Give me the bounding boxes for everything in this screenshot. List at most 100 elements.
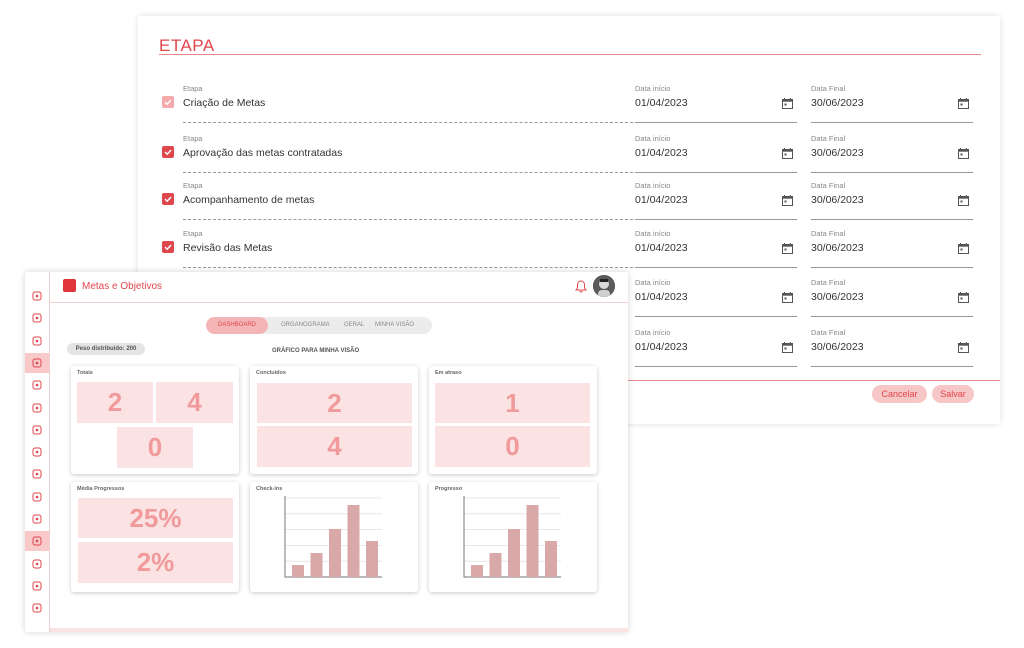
tab-organograma[interactable]: ORGANOGRAMA xyxy=(281,317,330,334)
check-ins-chart xyxy=(284,496,382,578)
end-date-label: Data Final xyxy=(811,84,846,93)
calendar-icon[interactable] xyxy=(958,96,969,114)
people-icon[interactable] xyxy=(25,509,49,529)
end-date-value: 30/06/2023 xyxy=(811,291,864,303)
person-chart-icon[interactable] xyxy=(25,398,49,418)
etapa-title: ETAPA xyxy=(159,36,215,55)
end-date-value: 30/06/2023 xyxy=(811,242,864,254)
tab-minha-visao[interactable]: MINHA VISÃO xyxy=(375,317,414,334)
group-icon[interactable] xyxy=(25,598,49,618)
chart-bar xyxy=(526,505,539,577)
tab-geral[interactable]: GERAL xyxy=(344,317,364,334)
peso-badge: Peso distribuído: 200 xyxy=(67,343,145,355)
tab-dashboard[interactable]: DASHBOARD xyxy=(206,317,268,334)
home-icon[interactable] xyxy=(25,286,49,306)
card-media-progressos: Média Progressos 25% 2% xyxy=(71,482,239,592)
step-name-field[interactable]: Etapa Acompanhamento de metas xyxy=(183,179,633,220)
warning-icon[interactable] xyxy=(25,531,49,552)
card-concluidos: Concluídos 2 4 xyxy=(250,366,418,474)
end-date-value: 30/06/2023 xyxy=(811,341,864,353)
chart-bar xyxy=(329,529,341,577)
step-label: Etapa xyxy=(183,84,203,93)
step-label: Etapa xyxy=(183,181,203,190)
concluidos-value-1: 2 xyxy=(257,383,412,423)
start-date-label: Data início xyxy=(635,278,671,287)
media-value-1: 25% xyxy=(78,498,233,538)
calendar-icon[interactable] xyxy=(958,146,969,164)
start-date-field[interactable]: Data início 01/04/2023 xyxy=(635,82,797,123)
etapa-row: Etapa Criação de Metas Data início 01/04/20… xyxy=(138,82,1000,126)
lightbulb-icon[interactable] xyxy=(25,554,49,574)
step-checkbox[interactable] xyxy=(162,146,174,158)
etapa-row: Etapa Revisão das Metas Data início 01/04/2… xyxy=(138,227,1000,271)
card-check-ins: Check-ins xyxy=(250,482,418,592)
totais-value-1: 2 xyxy=(77,382,153,423)
start-date-field[interactable]: Data início 01/04/2023 xyxy=(635,326,797,367)
chart-bar xyxy=(366,541,378,577)
flag-icon[interactable] xyxy=(25,308,49,328)
calendar-icon[interactable] xyxy=(782,146,793,164)
calendar-icon[interactable] xyxy=(958,241,969,259)
document-icon[interactable] xyxy=(25,442,49,462)
end-date-field[interactable]: Data Final 30/06/2023 xyxy=(811,179,973,220)
book-icon[interactable] xyxy=(25,576,49,596)
step-checkbox[interactable] xyxy=(162,241,174,253)
hierarchy-icon[interactable] xyxy=(25,375,49,395)
step-checkbox[interactable] xyxy=(162,193,174,205)
step-name-field[interactable]: Etapa Revisão das Metas xyxy=(183,227,633,268)
step-name-field[interactable]: Etapa Aprovação das metas contratadas xyxy=(183,132,633,173)
calendar-icon[interactable] xyxy=(782,290,793,308)
step-name-value: Aprovação das metas contratadas xyxy=(183,147,343,159)
concluidos-value-2: 4 xyxy=(257,426,412,467)
em-atraso-value-1: 1 xyxy=(435,383,590,423)
topbar: Metas e Objetivos xyxy=(50,272,628,303)
start-date-field[interactable]: Data início 01/04/2023 xyxy=(635,132,797,173)
etapa-row: Etapa Aprovação das metas contratadas Data… xyxy=(138,132,1000,176)
end-date-field[interactable]: Data Final 30/06/2023 xyxy=(811,326,973,367)
totais-value-2: 4 xyxy=(156,382,233,423)
step-name-field[interactable]: Etapa Criação de Metas xyxy=(183,82,633,123)
totais-value-3: 0 xyxy=(117,427,193,468)
calendar-icon[interactable] xyxy=(958,340,969,358)
plus-circle-icon[interactable] xyxy=(25,487,49,507)
chart-bar xyxy=(310,553,323,577)
card-title: Em atraso xyxy=(435,370,462,376)
card-title: Média Progressos xyxy=(77,486,125,492)
end-date-value: 30/06/2023 xyxy=(811,147,864,159)
step-checkbox[interactable] xyxy=(162,96,174,108)
calendar-icon[interactable] xyxy=(782,96,793,114)
calendar-icon[interactable] xyxy=(782,193,793,211)
end-date-field[interactable]: Data Final 30/06/2023 xyxy=(811,227,973,268)
chart-bar xyxy=(292,565,304,577)
end-date-field[interactable]: Data Final 30/06/2023 xyxy=(811,82,973,123)
sitemap-icon[interactable] xyxy=(25,331,49,351)
start-date-field[interactable]: Data início 01/04/2023 xyxy=(635,276,797,317)
calendar-icon[interactable] xyxy=(958,290,969,308)
chart-bar xyxy=(508,529,520,577)
end-date-field[interactable]: Data Final 30/06/2023 xyxy=(811,276,973,317)
globe-icon[interactable] xyxy=(25,464,49,484)
calendar-icon[interactable] xyxy=(782,340,793,358)
sidebar xyxy=(25,272,50,632)
calendar-icon[interactable] xyxy=(782,241,793,259)
end-date-label: Data Final xyxy=(811,181,846,190)
chart-bar xyxy=(347,505,360,577)
card-title: Concluídos xyxy=(256,370,286,376)
start-date-field[interactable]: Data início 01/04/2023 xyxy=(635,179,797,220)
smiley-icon[interactable] xyxy=(25,420,49,440)
etapa-row: Etapa Acompanhamento de metas Data início 0… xyxy=(138,179,1000,223)
cancel-button[interactable]: Cancelar xyxy=(872,385,927,403)
chart-bar xyxy=(545,541,557,577)
end-date-field[interactable]: Data Final 30/06/2023 xyxy=(811,132,973,173)
card-totais: Totais 2 4 0 xyxy=(71,366,239,474)
bell-icon[interactable] xyxy=(575,280,587,298)
save-button[interactable]: Salvar xyxy=(932,385,974,403)
avatar[interactable] xyxy=(593,275,615,297)
calendar-icon[interactable] xyxy=(958,193,969,211)
progresso-chart xyxy=(463,496,561,578)
org-chart-icon[interactable] xyxy=(25,352,49,373)
app-title: Metas e Objetivos xyxy=(82,281,163,292)
step-name-value: Revisão das Metas xyxy=(183,242,273,254)
step-name-value: Criação de Metas xyxy=(183,97,266,109)
start-date-field[interactable]: Data início 01/04/2023 xyxy=(635,227,797,268)
